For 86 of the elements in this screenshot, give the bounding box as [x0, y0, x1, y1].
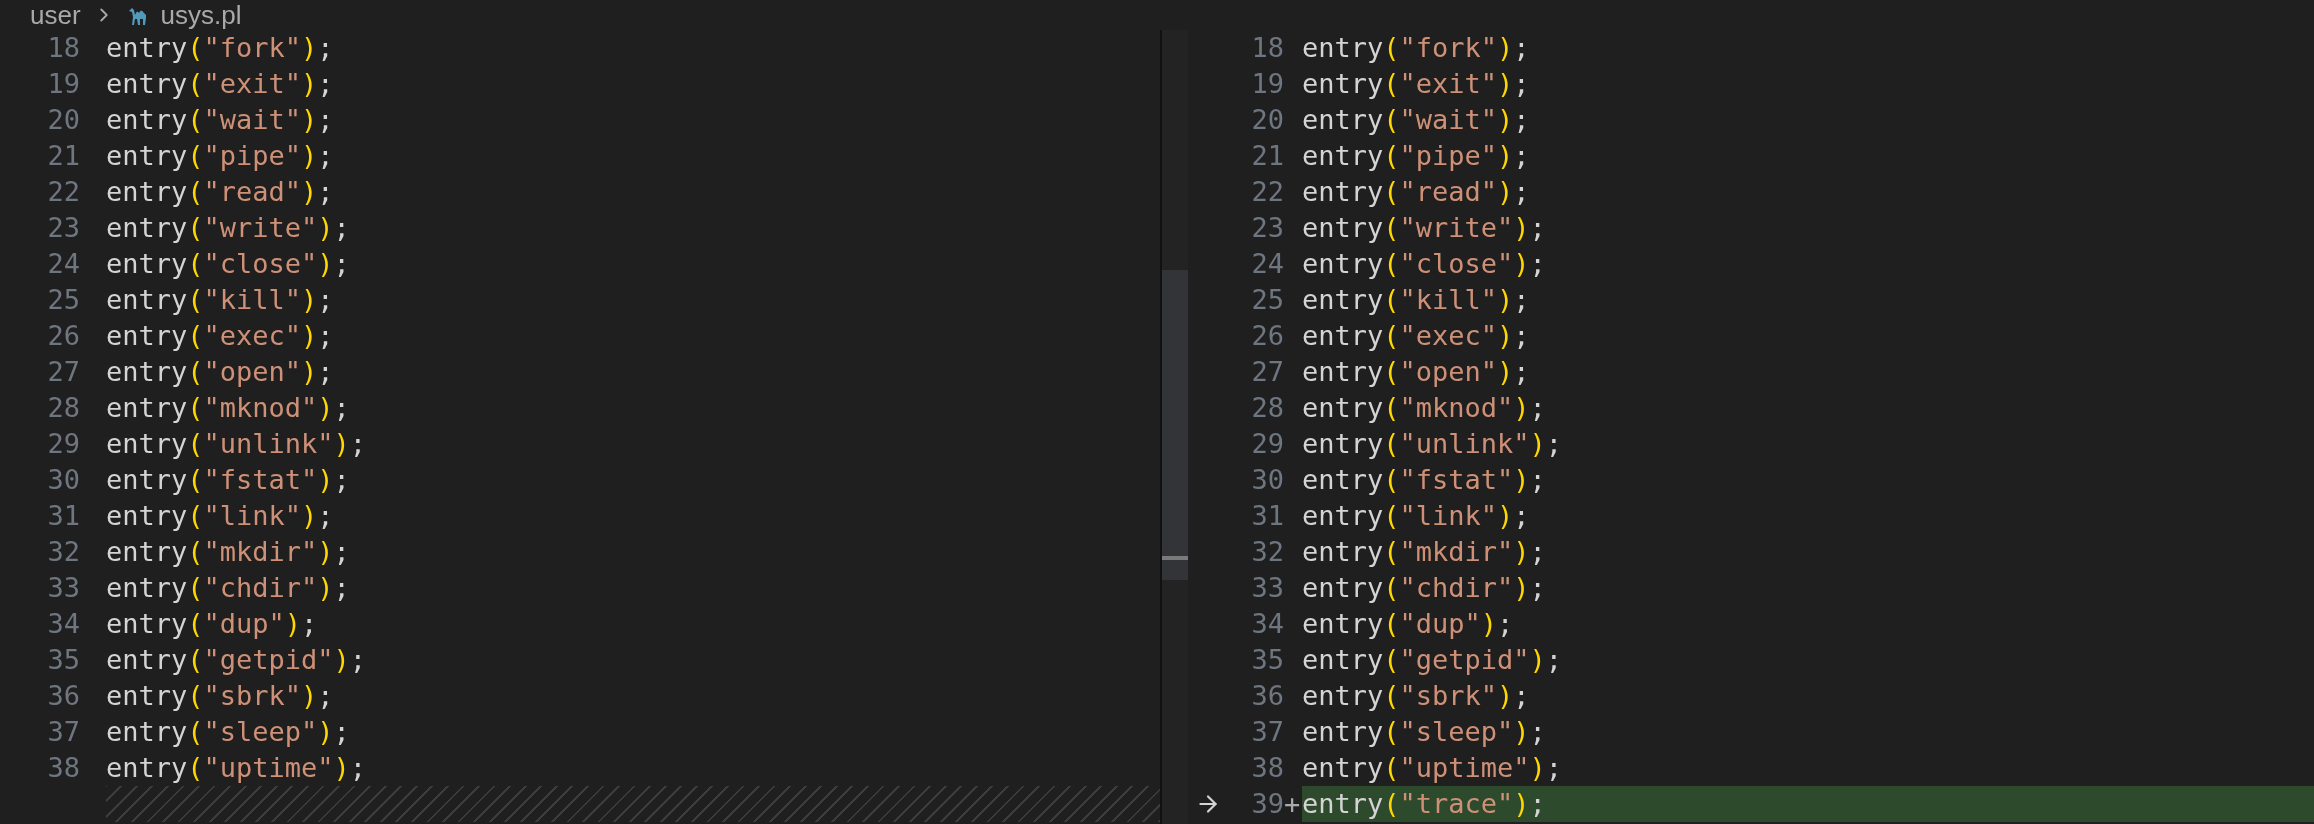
line-number: 27 [1250, 354, 1284, 389]
line-number: 31 [1250, 498, 1284, 533]
line-number: 36 [1250, 678, 1284, 713]
line-number: 37 [1250, 714, 1284, 749]
code-line: entry("close"); [1302, 246, 1546, 281]
line-number: 31 [46, 498, 80, 533]
code-line: entry("read"); [106, 174, 334, 209]
code-line: entry("mkdir"); [106, 534, 350, 569]
line-number: 33 [46, 570, 80, 605]
code-line: entry("kill"); [1302, 282, 1530, 317]
code-line: entry("sleep"); [106, 714, 350, 749]
code-line: entry("fstat"); [106, 462, 350, 497]
code-line: entry("getpid"); [1302, 642, 1563, 677]
line-number: 36 [46, 678, 80, 713]
code-line: entry("sleep"); [1302, 714, 1546, 749]
line-number: 28 [46, 390, 80, 425]
code-line: entry("dup"); [106, 606, 318, 641]
code-line: entry("chdir"); [1302, 570, 1546, 605]
code-line: entry("sbrk"); [1302, 678, 1530, 713]
code-line: entry("unlink"); [106, 426, 367, 461]
code-line: entry("kill"); [106, 282, 334, 317]
line-number: 23 [46, 210, 80, 245]
line-number: 37 [46, 714, 80, 749]
line-number: 25 [1250, 282, 1284, 317]
line-number: 35 [1250, 642, 1284, 677]
code-line: entry("exit"); [1302, 66, 1530, 101]
line-number: 18 [1250, 30, 1284, 65]
code-line: entry("fstat"); [1302, 462, 1546, 497]
line-number: 20 [46, 102, 80, 137]
scrollbar-thumb[interactable] [1162, 270, 1188, 580]
code-line: entry("mkdir"); [1302, 534, 1546, 569]
line-number: 24 [46, 246, 80, 281]
code-line: entry("wait"); [106, 102, 334, 137]
line-number: 21 [1250, 138, 1284, 173]
code-line: entry("exec"); [106, 318, 334, 353]
line-number: 25 [46, 282, 80, 317]
line-number: 34 [1250, 606, 1284, 641]
line-number: 33 [1250, 570, 1284, 605]
code-line: entry("open"); [106, 354, 334, 389]
code-line: entry("write"); [106, 210, 350, 245]
code-line: entry("dup"); [1302, 606, 1514, 641]
code-line: entry("unlink"); [1302, 426, 1563, 461]
code-line: entry("write"); [1302, 210, 1546, 245]
line-number: 22 [1250, 174, 1284, 209]
line-number: 23 [1250, 210, 1284, 245]
code-line: entry("link"); [1302, 498, 1530, 533]
code-line: entry("trace"); [1302, 786, 1546, 821]
code-line: entry("close"); [106, 246, 350, 281]
line-number: 26 [46, 318, 80, 353]
line-number: 19 [46, 66, 80, 101]
line-number: 26 [1250, 318, 1284, 353]
line-number: 20 [1250, 102, 1284, 137]
line-number: 21 [46, 138, 80, 173]
line-number: 29 [46, 426, 80, 461]
code-line: entry("sbrk"); [106, 678, 334, 713]
code-line: entry("mknod"); [106, 390, 350, 425]
code-line: entry("getpid"); [106, 642, 367, 677]
code-line: entry("read"); [1302, 174, 1530, 209]
line-number: 39 [1250, 786, 1284, 821]
line-number: 30 [1250, 462, 1284, 497]
code-line: entry("pipe"); [106, 138, 334, 173]
line-number: 38 [46, 750, 80, 785]
line-number: 19 [1250, 66, 1284, 101]
code-line: entry("fork"); [1302, 30, 1530, 65]
line-number: 34 [46, 606, 80, 641]
line-number: 35 [46, 642, 80, 677]
code-line: entry("link"); [106, 498, 334, 533]
line-number: 38 [1250, 750, 1284, 785]
code-line: entry("chdir"); [106, 570, 350, 605]
line-number: 28 [1250, 390, 1284, 425]
line-number: 27 [46, 354, 80, 389]
line-number: 24 [1250, 246, 1284, 281]
line-number: 30 [46, 462, 80, 497]
code-line: entry("exit"); [106, 66, 334, 101]
code-line: entry("open"); [1302, 354, 1530, 389]
code-line: entry("uptime"); [1302, 750, 1563, 785]
code-line: entry("pipe"); [1302, 138, 1530, 173]
code-line: entry("mknod"); [1302, 390, 1546, 425]
code-line: entry("exec"); [1302, 318, 1530, 353]
code-line: entry("uptime"); [106, 750, 367, 785]
line-number: 32 [46, 534, 80, 569]
line-number: 29 [1250, 426, 1284, 461]
line-number: 32 [1250, 534, 1284, 569]
code-line: entry("wait"); [1302, 102, 1530, 137]
line-number: 22 [46, 174, 80, 209]
added-line-mark: + [1284, 787, 1301, 819]
